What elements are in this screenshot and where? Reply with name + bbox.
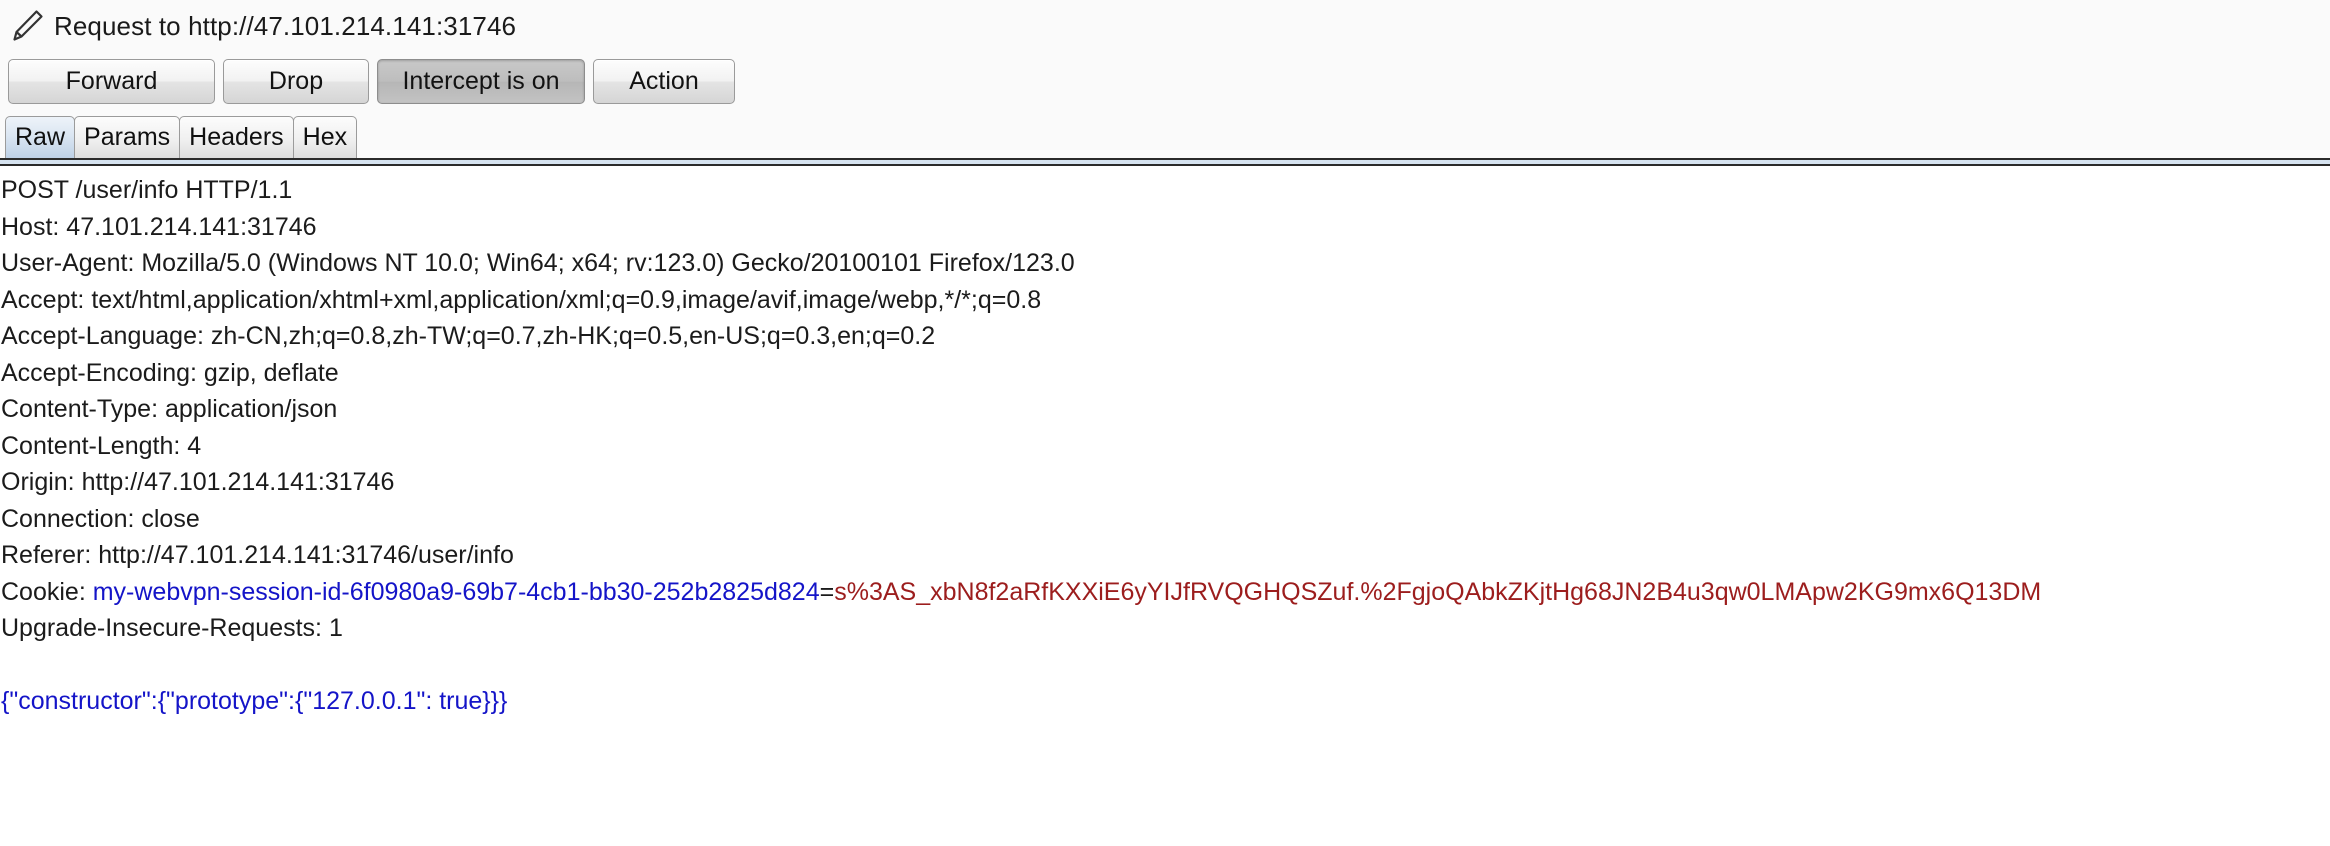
tab-hex[interactable]: Hex [292,116,358,158]
tab-divider [0,158,2330,166]
header-line: Origin: http://47.101.214.141:31746 [1,468,395,496]
request-body: {"constructor":{"prototype":{"127.0.0.1"… [1,687,508,715]
forward-button[interactable]: Forward [8,58,215,104]
header-line: Referer: http://47.101.214.141:31746/use… [1,541,514,569]
title-bar: Request to http://47.101.214.141:31746 [0,0,2330,52]
cookie-header-line: Cookie: my-webvpn-session-id-6f0980a9-69… [0,574,2330,611]
cookie-equals: = [819,577,835,606]
header-line: Accept-Language: zh-CN,zh;q=0.8,zh-TW;q=… [1,322,936,350]
cookie-label: Cookie: [1,577,93,606]
pencil-icon [13,10,43,41]
header-line: Content-Type: application/json [1,395,338,423]
action-button-bar: Forward Drop Intercept is on Action [0,52,2330,110]
page-title: Request to http://47.101.214.141:31746 [54,10,517,41]
burp-intercept-window: Request to http://47.101.214.141:31746 F… [0,0,2330,846]
header-line: User-Agent: Mozilla/5.0 (Windows NT 10.0… [1,249,1075,277]
tab-raw[interactable]: Raw [5,116,76,158]
action-button[interactable]: Action [593,58,735,104]
tab-params[interactable]: Params [74,116,181,158]
request-line: POST /user/info HTTP/1.1 [1,176,293,204]
header-line: Content-Length: 4 [1,431,202,460]
header-line: Upgrade-Insecure-Requests: 1 [1,614,343,642]
cookie-value: s%3AS_xbN8f2aRfKXXiE6yYIJfRVQGHQSZuf.%2F… [834,577,2042,606]
header-line: Host: 47.101.214.141:31746 [1,212,317,241]
drop-button[interactable]: Drop [223,58,369,104]
header-line: Connection: close [1,504,200,533]
tab-headers[interactable]: Headers [179,116,294,158]
header-line: Accept-Encoding: gzip, deflate [1,358,339,387]
raw-request-editor[interactable]: POST /user/info HTTP/1.1 Host: 47.101.21… [0,166,2330,846]
header-line: Accept: text/html,application/xhtml+xml,… [1,285,1042,314]
cookie-name: my-webvpn-session-id-6f0980a9-69b7-4cb1-… [92,577,820,606]
intercept-toggle-button[interactable]: Intercept is on [377,58,585,104]
message-view-tabs: Raw Params Headers Hex [0,110,2330,158]
